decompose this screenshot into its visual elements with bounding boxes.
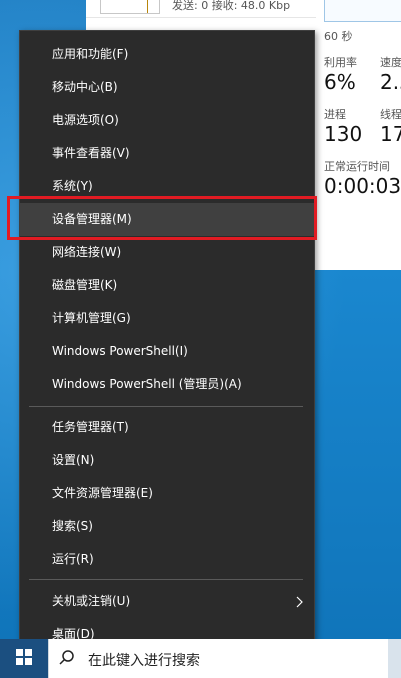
menu-item-task-manager[interactable]: 任务管理器(T) — [20, 411, 314, 444]
utilization-label: 利用率 — [324, 56, 357, 69]
highlight-annotation — [7, 196, 317, 240]
processes-value: 130 — [324, 122, 363, 146]
menu-item-computer-management[interactable]: 计算机管理(G) — [20, 302, 314, 335]
menu-item-search[interactable]: 搜索(S) — [20, 510, 314, 543]
search-icon — [58, 649, 76, 671]
network-thumbnail-graph[interactable] — [100, 0, 160, 14]
menu-item-powershell-admin[interactable]: Windows PowerShell (管理员)(A) — [20, 368, 314, 401]
menu-item-event-viewer[interactable]: 事件查看器(V) — [20, 137, 314, 170]
processes-label: 进程 — [324, 108, 346, 121]
menu-item-label: 关机或注销(U) — [52, 594, 131, 608]
uptime-value: 0:00:03:0 — [324, 174, 401, 198]
menu-item-network-connections[interactable]: 网络连接(W) — [20, 236, 314, 269]
time-span-label: 60 秒 — [324, 30, 353, 43]
menu-item-mobility-center[interactable]: 移动中心(B) — [20, 71, 314, 104]
windows-logo-icon — [16, 648, 32, 669]
winx-context-menu: 应用和功能(F) 移动中心(B) 电源选项(O) 事件查看器(V) 系统(Y) … — [19, 30, 315, 660]
menu-item-power-options[interactable]: 电源选项(O) — [20, 104, 314, 137]
menu-separator — [29, 406, 303, 407]
menu-item-apps-features[interactable]: 应用和功能(F) — [20, 38, 314, 71]
speed-value: 2.5 — [380, 70, 401, 94]
utilization-value: 6% — [324, 70, 356, 94]
menu-item-disk-management[interactable]: 磁盘管理(K) — [20, 269, 314, 302]
cpu-graph — [324, 0, 401, 22]
uptime-label: 正常运行时间 — [324, 160, 390, 173]
menu-separator — [29, 579, 303, 580]
menu-item-shutdown-signout[interactable]: 关机或注销(U) — [20, 585, 314, 618]
network-throughput-text: 发送: 0 接收: 48.0 Kbp — [172, 0, 291, 12]
search-placeholder: 在此键入进行搜索 — [88, 653, 200, 669]
start-button[interactable] — [0, 639, 48, 678]
menu-item-settings[interactable]: 设置(N) — [20, 444, 314, 477]
chevron-right-icon — [294, 585, 304, 618]
speed-label: 速度 — [380, 56, 401, 69]
menu-item-run[interactable]: 运行(R) — [20, 543, 314, 576]
menu-item-file-explorer[interactable]: 文件资源管理器(E) — [20, 477, 314, 510]
threads-label: 线程 — [380, 108, 401, 121]
network-thumbnail-fill — [102, 0, 148, 13]
menu-item-powershell[interactable]: Windows PowerShell(I) — [20, 335, 314, 368]
threads-value: 17 — [380, 122, 401, 146]
